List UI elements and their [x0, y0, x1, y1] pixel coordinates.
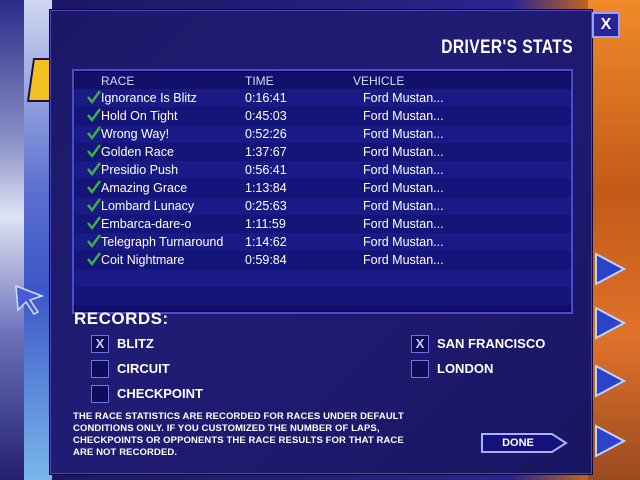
dialog-title: DRIVER'S STATS	[441, 37, 573, 58]
table-row[interactable]: Amazing Grace 1:13:84 Ford Mustan...	[74, 179, 571, 197]
race-time: 1:13:84	[245, 181, 287, 195]
background-right-strip	[588, 0, 640, 480]
race-vehicle: Ford Mustan...	[363, 109, 444, 123]
table-row[interactable]: Golden Race 1:37:67 Ford Mustan...	[74, 143, 571, 161]
record-label: LONDON	[437, 361, 494, 376]
race-name: Amazing Grace	[101, 181, 188, 195]
recording-note: THE RACE STATISTICS ARE RECORDED FOR RAC…	[73, 411, 404, 458]
race-time: 0:16:41	[245, 91, 287, 105]
table-row[interactable]: Presidio Push 0:56:41 Ford Mustan...	[74, 161, 571, 179]
race-vehicle: Ford Mustan...	[363, 145, 444, 159]
record-label: SAN FRANCISCO	[437, 336, 546, 351]
race-name: Presidio Push	[101, 163, 179, 177]
race-name: Wrong Way!	[101, 127, 170, 141]
checkmark-icon	[87, 179, 102, 195]
table-row[interactable]: Ignorance Is Blitz 0:16:41 Ford Mustan..…	[74, 89, 571, 107]
checkmark-icon	[87, 197, 102, 213]
checkmark-icon	[87, 125, 102, 141]
table-body: Ignorance Is Blitz 0:16:41 Ford Mustan..…	[74, 89, 571, 305]
checkmark-icon	[87, 215, 102, 231]
race-time: 1:11:59	[245, 217, 286, 231]
race-time: 0:56:41	[245, 163, 287, 177]
table-row[interactable]: Telegraph Turnaround 1:14:62 Ford Mustan…	[74, 233, 571, 251]
race-name: Lombard Lunacy	[101, 199, 195, 213]
column-header-race: RACE	[101, 74, 135, 88]
close-button[interactable]: X	[592, 12, 620, 38]
done-button[interactable]: DONE	[480, 432, 570, 454]
race-time: 0:25:63	[245, 199, 287, 213]
race-time: 1:37:67	[245, 145, 287, 159]
column-header-time: TIME	[245, 74, 274, 88]
race-time: 0:45:03	[245, 109, 287, 123]
right-arrow-icon[interactable]	[592, 252, 627, 286]
race-vehicle: Ford Mustan...	[363, 217, 444, 231]
race-time: 0:52:26	[245, 127, 287, 141]
done-button-label: DONE	[502, 437, 534, 449]
race-vehicle: Ford Mustan...	[363, 91, 444, 105]
race-vehicle: Ford Mustan...	[363, 127, 444, 141]
checkbox-blitz[interactable]: X	[91, 335, 109, 353]
race-name: Ignorance Is Blitz	[101, 91, 197, 105]
race-vehicle: Ford Mustan...	[363, 199, 444, 213]
table-header: RACE TIME VEHICLE	[74, 71, 571, 89]
table-row[interactable]: Embarca-dare-o 1:11:59 Ford Mustan...	[74, 215, 571, 233]
right-arrow-icon[interactable]	[592, 364, 627, 398]
race-vehicle: Ford Mustan...	[363, 181, 444, 195]
column-header-vehicle: VEHICLE	[353, 74, 405, 88]
race-vehicle: Ford Mustan...	[363, 163, 444, 177]
race-vehicle: Ford Mustan...	[363, 253, 444, 267]
checkbox-london[interactable]	[411, 360, 429, 378]
drivers-stats-dialog: DRIVER'S STATS RACE TIME VEHICLE Ignoran…	[50, 10, 592, 474]
race-time: 1:14:62	[245, 235, 287, 249]
race-name: Golden Race	[101, 145, 174, 159]
record-label: CHECKPOINT	[117, 386, 203, 401]
checkbox-san-francisco[interactable]: X	[411, 335, 429, 353]
checkmark-icon	[87, 233, 102, 249]
race-name: Hold On Tight	[101, 109, 178, 123]
checkmark-icon	[87, 107, 102, 123]
empty-row	[74, 287, 571, 305]
checkmark-icon	[87, 161, 102, 177]
race-name: Telegraph Turnaround	[101, 235, 224, 249]
table-row[interactable]: Hold On Tight 0:45:03 Ford Mustan...	[74, 107, 571, 125]
table-row[interactable]: Lombard Lunacy 0:25:63 Ford Mustan...	[74, 197, 571, 215]
table-row[interactable]: Coit Nightmare 0:59:84 Ford Mustan...	[74, 251, 571, 269]
race-vehicle: Ford Mustan...	[363, 235, 444, 249]
background-left-strip	[0, 0, 24, 480]
checkbox-checkpoint[interactable]	[91, 385, 109, 403]
right-arrow-icon[interactable]	[592, 424, 627, 458]
race-name: Coit Nightmare	[101, 253, 185, 267]
checkmark-icon	[87, 251, 102, 267]
race-time: 0:59:84	[245, 253, 287, 267]
records-heading: RECORDS:	[74, 309, 169, 328]
table-row[interactable]: Wrong Way! 0:52:26 Ford Mustan...	[74, 125, 571, 143]
checkmark-icon	[87, 89, 102, 105]
stats-table: RACE TIME VEHICLE Ignorance Is Blitz 0:1…	[72, 69, 573, 314]
checkbox-circuit[interactable]	[91, 360, 109, 378]
checkmark-icon	[87, 143, 102, 159]
mouse-cursor-icon	[12, 282, 46, 316]
record-label: CIRCUIT	[117, 361, 170, 376]
empty-row	[74, 269, 571, 287]
record-label: BLITZ	[117, 336, 154, 351]
race-name: Embarca-dare-o	[101, 217, 192, 231]
right-arrow-icon[interactable]	[592, 306, 627, 340]
